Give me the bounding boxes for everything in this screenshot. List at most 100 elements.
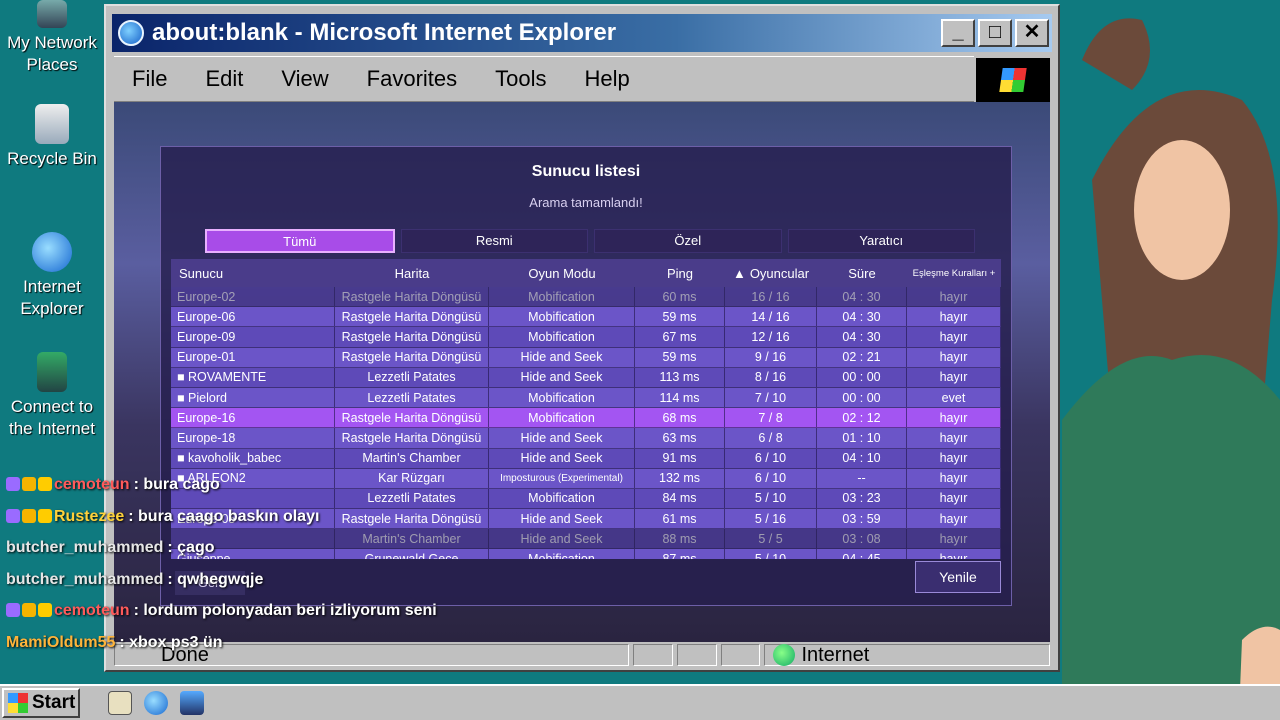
cell-match-rules: hayır [907,428,1001,448]
cell-players: 7 / 10 [725,387,817,408]
cell-map: Lezzetli Patates [335,488,489,509]
tab-official[interactable]: Resmi [400,229,588,253]
chat-message: butcher_muhammed: çago [6,539,215,557]
show-desktop-icon[interactable] [108,691,132,715]
cell-map: Martin's Chamber [335,448,489,468]
cell-map: Rastgele Harita Döngüsü [335,287,489,307]
table-row[interactable]: Europe-01 Rastgele Harita Döngüsü Hide and… [171,347,1001,368]
col-server[interactable]: Sunucu [171,259,335,287]
table-row[interactable]: ■ kavoholik_babec Martin's Chamber Hide an… [171,448,1001,469]
start-button[interactable]: Start [2,688,80,718]
menu-help[interactable]: Help [585,66,630,92]
cell-players: 7 / 8 [725,408,817,428]
menu-tools[interactable]: Tools [495,66,546,92]
table-row[interactable]: Europe-09 Rastgele Harita Döngüsü Mobifica… [171,327,1001,348]
internet-explorer-icon[interactable] [144,691,168,715]
table-row[interactable]: ■ Pielord Lezzetli Patates Mobification 114… [171,387,1001,409]
cell-map: Rastgele Harita Döngüsü [335,408,489,428]
cell-time: 00 : 00 [817,367,907,387]
table-row[interactable]: Europe-06 Rastgele Harita Döngüsü Mobifica… [171,307,1001,328]
cell-server: Europe-02 [171,287,335,307]
cell-players: 5 / 5 [725,529,817,549]
windows-flag-icon [8,693,28,713]
sort-up-icon: ▲ [732,265,746,281]
cell-server: Europe-16 [171,408,335,428]
cell-ping: 67 ms [635,327,725,347]
cell-match-rules: hayır [907,509,1001,529]
cell-ping: 91 ms [635,448,725,468]
cell-time: 04 : 10 [817,448,907,468]
table-row[interactable]: Europe-02 Rastgele Harita Döngüsü Mobifica… [171,287,1001,308]
table-row[interactable]: ■ ROVAMENTE Lezzetli Patates Hide and Seek… [171,367,1001,388]
taskbar: Start [0,684,1280,720]
cell-server: ■ ROVAMENTE [171,367,335,387]
outlook-express-icon[interactable] [180,691,204,715]
refresh-button[interactable]: Yenile [915,561,1001,593]
cell-mode: Hide and Seek [489,367,635,387]
table-row-selected[interactable]: Europe-16 Rastgele Harita Döngüsü Mobifica… [171,408,1001,429]
menu-file[interactable]: File [132,66,167,92]
col-ping[interactable]: Ping [635,259,725,287]
menu-edit[interactable]: Edit [205,66,243,92]
cell-ping: 87 ms [635,549,725,559]
table-row[interactable]: Lezzetli Patates Mobification 84 ms 5 / 10 0… [171,488,1001,510]
chat-username: cemoteun [54,602,130,619]
tab-creator[interactable]: Yaratıcı [787,229,975,253]
cell-match-rules: hayır [907,488,1001,509]
chat-message: Rustezee: bura caago baskın olayı [6,508,319,526]
maximize-button[interactable]: □ [978,19,1012,47]
menu-view[interactable]: View [281,66,328,92]
cell-match-rules: hayır [907,529,1001,549]
cell-map: Kar Rüzgarı [335,468,489,488]
cell-players: 5 / 16 [725,509,817,529]
desktop-icon-network[interactable]: My Network Places [2,0,102,76]
menu-bar: File Edit View Favorites Tools Help [114,56,974,102]
table-row[interactable]: ■ ARLEON2 Kar Rüzgarı Imposturous (Experim… [171,468,1001,489]
table-row[interactable]: GiuseppeGrunewald GeceMobification87 ms5… [171,549,1001,559]
network-places-icon [37,0,67,28]
desktop-icon-recycle-bin[interactable]: Recycle Bin [2,104,102,170]
col-match-rules[interactable]: Eşleşme Kuralları + [907,259,1001,287]
tab-all[interactable]: Tümü [205,229,395,253]
cell-players: 6 / 10 [725,468,817,488]
browser-viewport: Sunucu listesi Arama tamamlandı! Tümü Re… [114,102,1050,642]
table-row[interactable]: Europe-18 Rastgele Harita Döngüsü Hide and… [171,428,1001,449]
cell-mode: Mobification [489,327,635,347]
cell-match-rules: hayır [907,408,1001,428]
desktop-icon-connect[interactable]: Connect to the Internet [2,352,102,440]
cell-players: 5 / 10 [725,488,817,509]
col-time[interactable]: Süre [817,259,907,287]
cell-time: 03 : 23 [817,488,907,509]
cell-server: Europe-18 [171,428,335,448]
chat-message: cemoteun: lordum polonyadan beri izliyor… [6,602,437,620]
minimize-button[interactable]: _ [941,19,975,47]
chat-message: butcher_muhammed: qwhegwqje [6,571,263,589]
recycle-bin-icon [35,104,69,144]
cell-time: 04 : 30 [817,287,907,307]
tab-private[interactable]: Özel [594,229,782,253]
cell-mode: Mobification [489,387,635,408]
cell-map: Martin's Chamber [335,529,489,549]
col-map[interactable]: Harita [335,259,489,287]
cell-ping: 68 ms [635,408,725,428]
title-bar[interactable]: about:blank - Microsoft Internet Explore… [112,14,1052,52]
close-button[interactable]: ✕ [1015,19,1049,47]
cell-server: ■ Pielord [171,387,335,408]
menu-favorites[interactable]: Favorites [367,66,457,92]
col-players[interactable]: ▲ Oyuncular [725,259,817,287]
cell-match-rules: hayır [907,468,1001,488]
cell-mode: Hide and Seek [489,509,635,529]
cell-ping: 132 ms [635,468,725,488]
desktop-icon-internet-explorer[interactable]: Internet Explorer [2,232,102,320]
cell-ping: 88 ms [635,529,725,549]
chat-username: cemoteun [54,476,130,493]
cell-time: 04 : 30 [817,327,907,347]
globe-icon [773,644,796,666]
col-mode[interactable]: Oyun Modu [489,259,635,287]
chat-text: : qwhegwqje [167,570,264,588]
cell-server: Europe-01 [171,347,335,367]
cell-mode: Mobification [489,549,635,559]
table-row[interactable]: Martin's Chamber Hide and Seek 88 ms 5 / 50… [171,529,1001,550]
chat-username: butcher_muhammed [6,539,164,556]
cell-ping: 60 ms [635,287,725,307]
